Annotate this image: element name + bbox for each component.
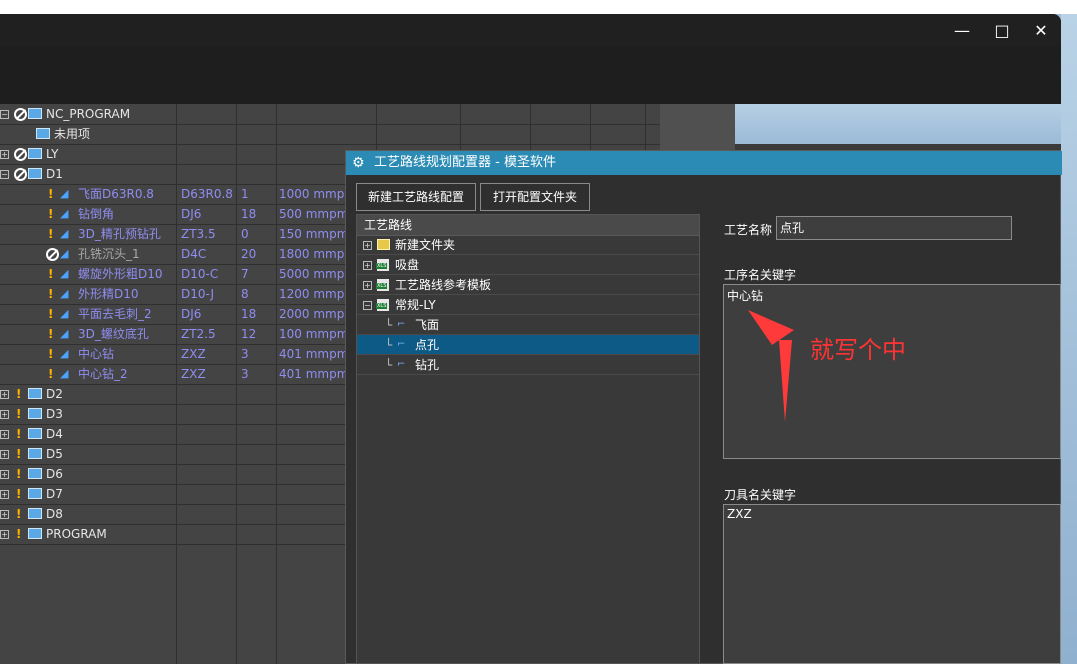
annotation-arrow <box>748 310 794 422</box>
annotation-text: 就写个中 <box>810 336 906 364</box>
